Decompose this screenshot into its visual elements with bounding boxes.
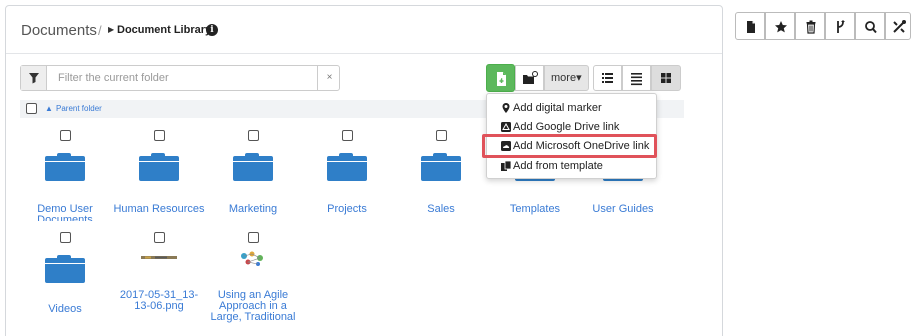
- item-label[interactable]: Sales: [394, 204, 488, 215]
- breadcrumb-documents[interactable]: Documents: [21, 22, 97, 39]
- search-button[interactable]: [855, 12, 885, 40]
- trash-icon: [806, 20, 816, 34]
- google-drive-icon: [501, 122, 511, 132]
- item-label-line3[interactable]: Large, Traditional: [206, 312, 300, 323]
- folder-item[interactable]: Marketing: [206, 130, 300, 230]
- folder-item[interactable]: Human Resources: [112, 130, 206, 230]
- image-item[interactable]: 2017-05-31_13- 13-06.png: [112, 232, 206, 332]
- delete-button[interactable]: [795, 12, 825, 40]
- item-label-line2[interactable]: 13-06.png: [112, 301, 206, 312]
- breadcrumb-current: Document Library: [117, 24, 212, 36]
- more-label: more: [551, 72, 577, 84]
- menu-item-label: Add Google Drive link: [513, 121, 620, 133]
- item-label[interactable]: Templates: [488, 204, 582, 215]
- item-label[interactable]: Projects: [300, 204, 394, 215]
- item-checkbox[interactable]: [60, 130, 71, 141]
- workflow-button[interactable]: [825, 12, 855, 40]
- detail-view-button[interactable]: [622, 65, 651, 91]
- item-checkbox[interactable]: [248, 232, 259, 243]
- list-view-button[interactable]: [593, 65, 622, 91]
- more-dropdown-button[interactable]: more▾: [544, 65, 589, 91]
- item-checkbox[interactable]: [436, 130, 447, 141]
- item-label[interactable]: User Guides: [576, 204, 670, 215]
- breadcrumb-separator: /: [98, 23, 102, 38]
- grid-view-button[interactable]: [651, 65, 681, 91]
- folder-item[interactable]: Sales: [394, 130, 488, 230]
- item-checkbox[interactable]: [154, 232, 165, 243]
- item-label[interactable]: Videos: [18, 304, 112, 315]
- folder-icon: [421, 153, 461, 181]
- new-folder-icon: [523, 71, 538, 84]
- list-icon: [602, 73, 613, 83]
- menu-item-add-from-template[interactable]: Add from template: [487, 157, 658, 175]
- favorite-star-icon: [775, 21, 787, 33]
- template-icon: [501, 160, 512, 171]
- breadcrumb-caret-icon: ▶: [108, 25, 115, 34]
- image-thumbnail: [141, 256, 177, 259]
- menu-item-label: Add digital marker: [513, 102, 602, 114]
- folder-icon: [45, 153, 85, 181]
- folder-item[interactable]: Projects: [300, 130, 394, 230]
- folder-item[interactable]: Demo User Documents: [18, 130, 112, 230]
- menu-item-label: Add from template: [513, 160, 603, 172]
- new-document-icon: [497, 72, 506, 86]
- document-item[interactable]: Using an Agile Approach in a Large, Trad…: [206, 232, 300, 332]
- search-icon: [865, 21, 877, 34]
- menu-item-add-digital-marker[interactable]: Add digital marker: [487, 99, 658, 117]
- item-checkbox[interactable]: [248, 130, 259, 141]
- info-icon[interactable]: i: [206, 24, 218, 36]
- filter-box: ×: [20, 65, 340, 91]
- folder-item[interactable]: Videos: [18, 232, 112, 332]
- tools-icon: [893, 20, 906, 33]
- item-label[interactable]: Human Resources: [112, 204, 206, 215]
- new-document-icon: [747, 21, 755, 33]
- filter-clear-button[interactable]: ×: [317, 66, 341, 90]
- document-thumbnail: [238, 250, 268, 268]
- item-label[interactable]: Demo User: [18, 204, 112, 215]
- folder-icon: [45, 255, 85, 283]
- filter-input[interactable]: [58, 72, 288, 84]
- folder-icon: [327, 153, 367, 181]
- parent-folder-link[interactable]: Parent folder: [56, 104, 102, 113]
- highlight-annotation: [482, 134, 657, 158]
- new-folder-button[interactable]: [515, 65, 544, 91]
- map-marker-icon: [502, 103, 510, 113]
- folder-icon: [139, 153, 179, 181]
- upload-document-button[interactable]: [486, 64, 515, 92]
- more-caret-icon: ▾: [576, 72, 582, 84]
- item-label[interactable]: Marketing: [206, 204, 300, 215]
- panel-header: Documents / ▶ Document Library i: [6, 6, 722, 54]
- grid-icon: [661, 73, 671, 83]
- chevron-up-icon: ▲: [45, 104, 53, 113]
- favorite-button[interactable]: [765, 12, 795, 40]
- item-checkbox[interactable]: [154, 130, 165, 141]
- item-checkbox[interactable]: [60, 232, 71, 243]
- item-checkbox[interactable]: [342, 130, 353, 141]
- tools-button[interactable]: [885, 12, 911, 40]
- fork-icon: [837, 20, 845, 33]
- item-label-line2[interactable]: Documents: [18, 215, 112, 221]
- new-document-button[interactable]: [735, 12, 765, 40]
- detail-list-icon: [631, 73, 642, 86]
- select-all-checkbox[interactable]: [26, 103, 37, 114]
- filter-icon[interactable]: [21, 66, 47, 90]
- folder-icon: [233, 153, 273, 181]
